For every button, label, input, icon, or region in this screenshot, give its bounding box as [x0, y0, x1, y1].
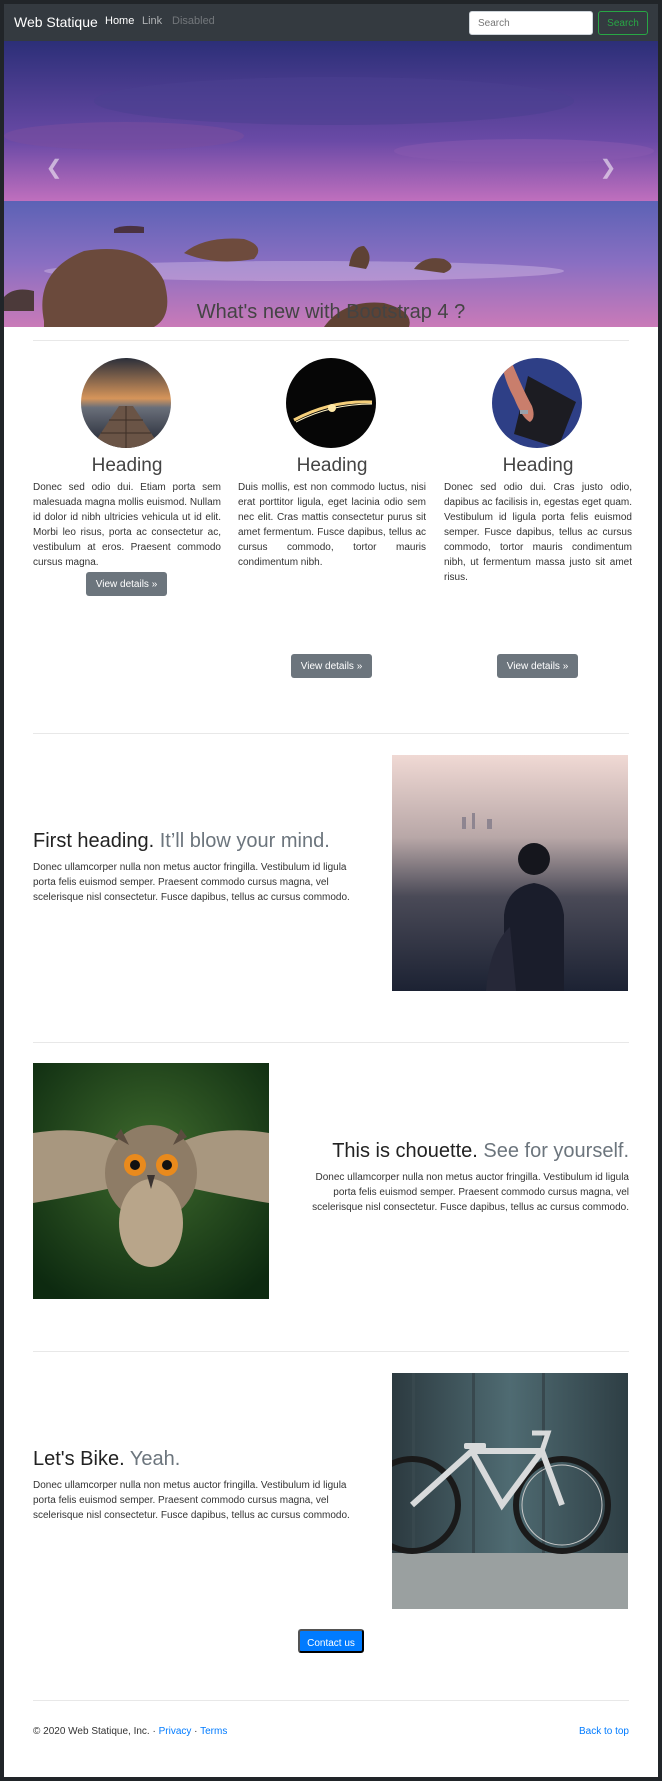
featurette-heading: Let's Bike. Yeah. — [33, 1448, 180, 1471]
featurette-heading-main: Let's Bike. — [33, 1448, 125, 1470]
column-image-hand-device — [492, 358, 582, 448]
contact-us-button[interactable]: Contact us — [298, 1629, 364, 1653]
featurette-heading-muted: Yeah. — [129, 1448, 181, 1470]
nav-link-disabled: Disabled — [172, 15, 215, 27]
featurette-heading-main: This is chouette. — [332, 1140, 478, 1162]
back-to-top-link[interactable]: Back to top — [579, 1726, 629, 1737]
featurette-image-owl — [33, 1063, 269, 1299]
featurette-heading-main: First heading. — [33, 830, 155, 852]
column-text: Donec sed odio dui. Cras justo odio, dap… — [444, 482, 632, 583]
column-text: Duis mollis, est non commodo luctus, nis… — [238, 482, 426, 568]
featurette-heading: This is chouette. See for yourself. — [332, 1140, 629, 1163]
column-heading: Heading — [296, 455, 368, 476]
terms-link[interactable]: Terms — [200, 1726, 227, 1737]
footer-copyright: © 2020 Web Statique, Inc. · Privacy · Te… — [33, 1726, 227, 1737]
featurette-heading: First heading. It’ll blow your mind. — [33, 830, 330, 853]
divider — [33, 1700, 629, 1701]
navbar: Web Statique Home Link Disabled Search — [4, 4, 658, 41]
nav-link-home[interactable]: Home — [105, 15, 134, 27]
view-details-button[interactable]: View details » — [291, 654, 372, 678]
privacy-link[interactable]: Privacy — [159, 1726, 192, 1737]
chevron-right-icon[interactable]: ❯ — [588, 153, 628, 183]
column-heading: Heading — [91, 455, 163, 476]
featurette-image-person-city — [392, 755, 628, 991]
carousel-image-seascape — [4, 41, 658, 327]
view-details-button[interactable]: View details » — [86, 572, 167, 596]
divider — [33, 340, 629, 341]
navbar-brand[interactable]: Web Statique — [14, 14, 98, 30]
footer-separator: · — [194, 1726, 198, 1737]
featurette-heading-muted: It’ll blow your mind. — [159, 830, 330, 852]
search-button[interactable]: Search — [598, 11, 648, 35]
nav-link-link[interactable]: Link — [142, 15, 162, 27]
view-details-button[interactable]: View details » — [497, 654, 578, 678]
featurette-image-bicycle — [392, 1373, 628, 1609]
chevron-left-icon[interactable]: ❮ — [34, 153, 74, 183]
featurette-text: Donec ullamcorper nulla non metus auctor… — [33, 862, 350, 903]
divider — [33, 1351, 629, 1352]
search-input[interactable] — [469, 11, 593, 35]
divider — [33, 1042, 629, 1043]
column-text: Donec sed odio dui. Etiam porta sem male… — [33, 482, 221, 568]
divider — [33, 733, 629, 734]
column-heading: Heading — [502, 455, 574, 476]
section-title: What's new with Bootstrap 4 ? — [196, 301, 466, 323]
copyright-text: © 2020 Web Statique, Inc. · — [33, 1726, 156, 1737]
hero-carousel[interactable]: ❮ ❯ — [4, 41, 658, 327]
featurette-text: Donec ullamcorper nulla non metus auctor… — [33, 1480, 350, 1521]
featurette-text: Donec ullamcorper nulla non metus auctor… — [312, 1172, 629, 1213]
column-image-pier — [81, 358, 171, 448]
column-image-eclipse — [286, 358, 376, 448]
featurette-heading-muted: See for yourself. — [483, 1140, 629, 1162]
page: Web Statique Home Link Disabled Search S… — [4, 4, 658, 1777]
